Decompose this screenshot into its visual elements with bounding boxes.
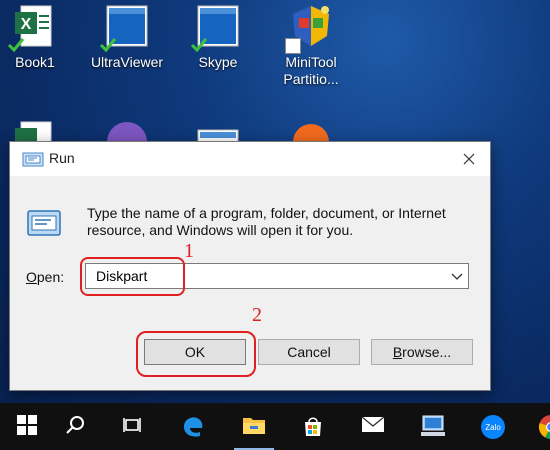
browse-button[interactable]: Browse...: [371, 339, 473, 365]
run-titlebar[interactable]: Run: [10, 142, 490, 176]
excel-icon: X: [7, 2, 59, 53]
browse-label-rest: rowse...: [402, 344, 452, 360]
open-label-accel: O: [26, 269, 37, 285]
zalo-icon-text: Zalo: [485, 423, 501, 432]
mail-icon[interactable]: [345, 403, 401, 450]
skype-icon: [190, 2, 242, 53]
annotation-oval-input: [80, 257, 185, 296]
search-icon[interactable]: [48, 403, 104, 450]
shortcut-arrow-icon: [285, 38, 301, 54]
dialog-title: Run: [49, 150, 75, 166]
open-label-rest: pen:: [36, 269, 65, 285]
close-icon[interactable]: [458, 148, 480, 170]
open-label: Open:: [26, 269, 64, 285]
desktop-icon-label: Book1: [15, 54, 55, 70]
chrome-icon[interactable]: [522, 403, 550, 450]
cancel-button[interactable]: Cancel: [258, 339, 360, 365]
annotation-number-1: 1: [184, 240, 194, 262]
run-program-icon: [27, 210, 61, 236]
network-pc-icon[interactable]: [405, 403, 461, 450]
chevron-down-icon[interactable]: [450, 269, 464, 283]
annotation-oval-ok: [136, 331, 256, 377]
desktop-icon-book1[interactable]: X Book1: [0, 2, 80, 71]
ultraviewer-icon: [99, 2, 151, 53]
desktop-icon-label: UltraViewer: [90, 54, 164, 70]
task-view-icon[interactable]: [106, 403, 162, 450]
desktop-icon-minitool[interactable]: MiniTool Partitio...: [266, 2, 356, 88]
store-icon[interactable]: [285, 403, 341, 450]
svg-text:X: X: [21, 16, 32, 33]
browse-label-accel: B: [392, 344, 403, 360]
file-explorer-icon[interactable]: [226, 403, 282, 450]
zalo-icon[interactable]: Zalo: [464, 403, 520, 450]
edge-icon[interactable]: [165, 403, 221, 450]
run-icon: [22, 152, 44, 167]
desktop-icon-skype[interactable]: Skype: [173, 2, 263, 71]
desktop-icon-label: MiniTool Partitio...: [283, 54, 339, 87]
desktop-icon-ultraviewer[interactable]: UltraViewer: [82, 2, 172, 71]
annotation-number-2: 2: [252, 304, 262, 326]
dialog-description: Type the name of a program, folder, docu…: [87, 205, 446, 238]
minitool-icon: [285, 2, 335, 54]
desktop-icon-label: Skype: [198, 54, 238, 70]
taskbar: Zalo: [0, 403, 550, 450]
